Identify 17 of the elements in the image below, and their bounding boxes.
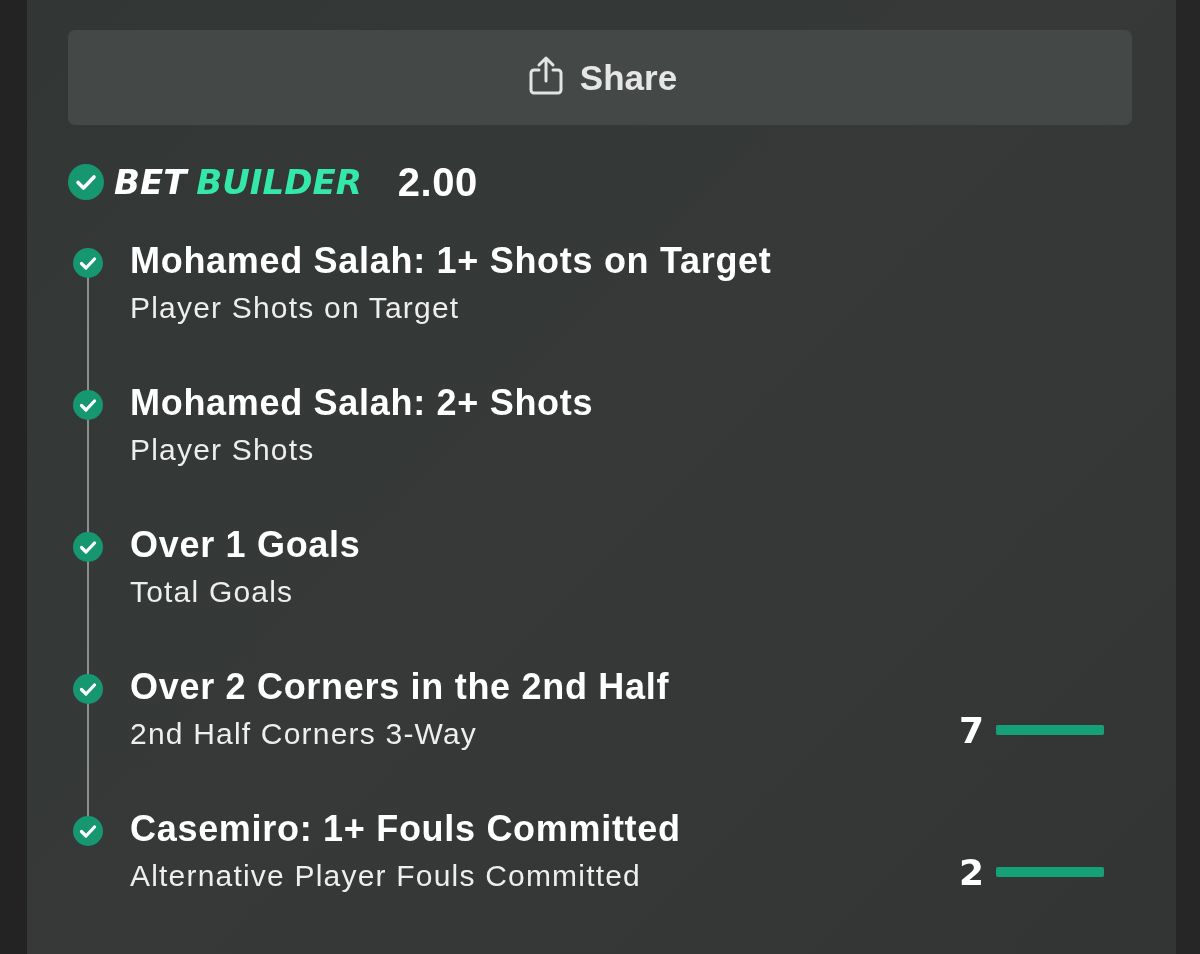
stat-count: 7 (958, 709, 984, 751)
market-name: Player Shots (130, 432, 315, 468)
bet-builder-title: BUILDER (196, 162, 362, 202)
share-button[interactable]: Share (68, 30, 1132, 125)
stat-count: 2 (958, 851, 984, 893)
selection-title: Over 2 Corners in the 2nd Half (130, 666, 671, 708)
selection-title: Mohamed Salah: 1+ Shots on Target (130, 240, 773, 282)
market-name: Alternative Player Fouls Committed (130, 858, 641, 894)
selection-title: Casemiro: 1+ Fouls Committed (130, 808, 682, 850)
bet-builder-title: BET (114, 162, 187, 202)
selection-title: Over 1 Goals (130, 524, 362, 566)
selection-title: Mohamed Salah: 2+ Shots (130, 382, 595, 424)
share-icon (528, 55, 563, 95)
odds-value: 2.00 (397, 159, 478, 205)
market-name: 2nd Half Corners 3-Way (130, 716, 478, 752)
market-name: Total Goals (130, 574, 294, 610)
market-name: Player Shots on Target (130, 290, 460, 326)
